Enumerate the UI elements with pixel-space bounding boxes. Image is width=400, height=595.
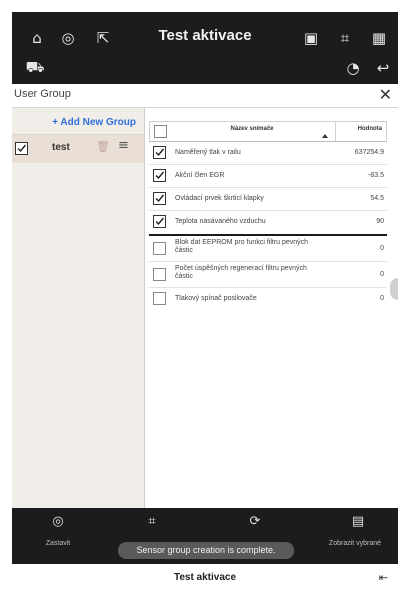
group-list-panel: + Add New Group test 🗑 ≡ <box>12 108 145 508</box>
sensor-name: Ovládací prvek škrticí klapky <box>175 195 264 202</box>
drag-handle-icon[interactable]: ≡ <box>118 138 129 153</box>
app-frame: ⌂ ◎ ⇱ Test aktivace ▣ ⌗ ▦ ⛟ ◔ ↩ User Gro… <box>12 12 398 595</box>
user-group-header: User Group ✕ <box>12 84 398 108</box>
toast-message: Sensor group creation is complete. <box>118 542 294 559</box>
sensor-value: 90 <box>376 218 384 225</box>
sensor-name: Naměřený tlak v railu <box>175 149 241 156</box>
table-row[interactable]: Tlakový spínač posilovače 0 <box>149 288 387 311</box>
table-row[interactable]: Naměřený tlak v railu 637254.9 <box>149 142 387 165</box>
refresh-icon[interactable]: ⟳ <box>243 514 267 529</box>
focus-icon[interactable]: ⌗ <box>140 514 164 529</box>
column-divider <box>335 122 336 141</box>
table-header: Název snímače Hodnota <box>149 121 387 142</box>
row-checkbox[interactable] <box>153 292 166 305</box>
sensor-name: Teplota nasávaného vzduchu <box>175 218 266 225</box>
show-selected-label[interactable]: Zobrazit vybrané <box>315 540 395 547</box>
group-name: test <box>52 142 70 153</box>
stop-icon[interactable]: ◎ <box>46 514 70 529</box>
sensor-list-panel: Název snímače Hodnota Naměřený tlak v ra… <box>148 108 398 508</box>
pin-icon[interactable]: ⇤ <box>379 571 388 584</box>
group-checkbox[interactable] <box>15 142 28 155</box>
row-checkbox[interactable] <box>153 169 166 182</box>
sensor-value: 0 <box>380 245 384 252</box>
table-row[interactable]: Akční člen EGR -83.5 <box>149 165 387 188</box>
row-checkbox[interactable] <box>153 192 166 205</box>
sensor-value: 0 <box>380 271 384 278</box>
select-all-checkbox[interactable] <box>154 125 167 138</box>
speedometer-icon[interactable]: ◔ <box>342 57 364 79</box>
sensor-value: 0 <box>380 295 384 302</box>
row-checkbox[interactable] <box>153 215 166 228</box>
sort-arrow-icon[interactable] <box>322 134 328 138</box>
car-icon[interactable]: ⛟ <box>24 57 46 79</box>
close-icon[interactable]: ✕ <box>379 85 392 104</box>
stop-label[interactable]: Zastavit <box>34 540 82 547</box>
sensor-name: Akční člen EGR <box>175 172 225 179</box>
show-selected-icon[interactable]: ▤ <box>346 514 370 529</box>
sensor-name: Tlakový spínač posilovače <box>175 295 257 302</box>
table-row[interactable]: Teplota nasávaného vzduchu 90 <box>149 211 387 234</box>
top-toolbar: ⌂ ◎ ⇱ Test aktivace ▣ ⌗ ▦ ⛟ ◔ ↩ <box>12 12 398 84</box>
sensor-name: Blok dat EEPROM pro funkci filtru pevnýc… <box>175 239 309 254</box>
column-header-name[interactable]: Název snímače <box>172 126 332 132</box>
footer-title: Test aktivace <box>173 572 237 583</box>
focus-icon[interactable]: ⌗ <box>334 27 356 49</box>
row-checkbox[interactable] <box>153 242 166 255</box>
sensor-table: Název snímače Hodnota Naměřený tlak v ra… <box>149 121 387 311</box>
table-row[interactable]: Počet úspěšných regenerací filtru pevnýc… <box>149 262 387 288</box>
user-group-title: User Group <box>14 88 71 100</box>
camera-icon[interactable]: ▣ <box>300 27 322 49</box>
row-checkbox[interactable] <box>153 146 166 159</box>
table-row[interactable]: Ovládací prvek škrticí klapky 54.5 <box>149 188 387 211</box>
row-checkbox[interactable] <box>153 268 166 281</box>
bottom-toolbar: ◎ Zastavit ⌗ ⟳ ▤ Zobrazit vybrané Sensor… <box>12 508 398 564</box>
sensor-value: -83.5 <box>368 172 384 179</box>
sensor-value: 54.5 <box>370 195 384 202</box>
grid-icon[interactable]: ▦ <box>368 27 390 49</box>
return-icon[interactable]: ↩ <box>372 57 394 79</box>
add-new-group-button[interactable]: + Add New Group <box>52 117 136 128</box>
column-header-value[interactable]: Hodnota <box>358 126 382 132</box>
scroll-handle[interactable] <box>390 278 398 300</box>
table-row[interactable]: Blok dat EEPROM pro funkci filtru pevnýc… <box>149 236 387 262</box>
sensor-value: 637254.9 <box>354 149 384 156</box>
group-row[interactable]: test 🗑 ≡ <box>12 135 144 163</box>
trash-icon[interactable]: 🗑 <box>96 140 110 153</box>
sensor-name: Počet úspěšných regenerací filtru pevnýc… <box>175 265 307 280</box>
